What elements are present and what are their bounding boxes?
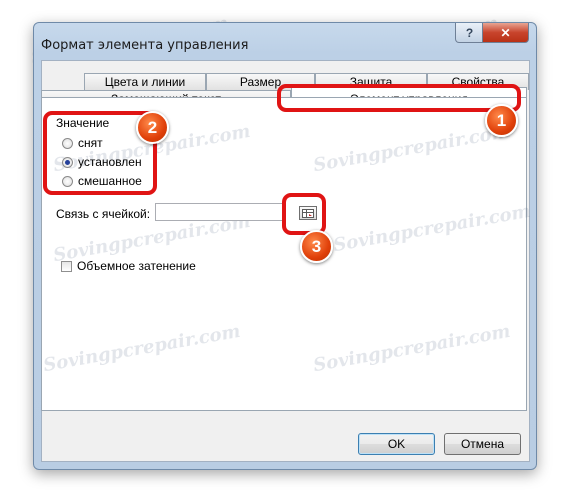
dialog-title: Формат элемента управления <box>41 38 249 53</box>
watermark: Sovingpcrepair.com <box>311 120 512 177</box>
watermark: Sovingpcrepair.com <box>41 320 242 377</box>
checkbox-icon <box>61 260 72 272</box>
range-select-button[interactable] <box>299 206 317 220</box>
cell-link-label: Связь с ячейкой: <box>56 207 151 221</box>
radio-icon <box>62 175 73 187</box>
shading-label: Объемное затенение <box>77 259 196 273</box>
step-badge-2: 2 <box>136 111 169 144</box>
close-button[interactable]: ✕ <box>482 23 529 43</box>
shading-checkbox[interactable]: Объемное затенение <box>61 259 196 273</box>
value-group-label: Значение <box>56 116 110 130</box>
control-tab-content: Sovingpcrepair.com Sovingpcrepair.com So… <box>41 97 532 411</box>
tab-colors-lines[interactable]: Цвета и линии <box>84 73 206 90</box>
watermark: Sovingpcrepair.com <box>311 320 512 377</box>
cell-link-input[interactable] <box>155 203 283 221</box>
step-badge-1: 1 <box>485 104 518 137</box>
range-select-icon <box>302 208 314 218</box>
radio-unchecked[interactable]: снят <box>62 136 103 150</box>
radio-selected-icon <box>62 156 73 168</box>
close-icon: ✕ <box>500 25 511 40</box>
radio-mixed[interactable]: смешанное <box>62 174 142 188</box>
format-control-dialog: Формат элемента управления ? ✕ Цвета и л… <box>33 22 537 470</box>
step-badge-3: 3 <box>300 230 333 263</box>
radio-label: смешанное <box>78 174 142 188</box>
radio-icon <box>62 137 73 149</box>
help-button[interactable]: ? <box>455 23 484 43</box>
watermark: Sovingpcrepair.com <box>331 200 532 257</box>
radio-label: установлен <box>78 155 142 169</box>
cancel-button[interactable]: Отмена <box>444 433 521 455</box>
help-icon: ? <box>465 25 474 40</box>
ok-button[interactable]: OK <box>358 433 435 455</box>
radio-checked[interactable]: установлен <box>62 155 142 169</box>
radio-label: снят <box>78 136 103 150</box>
